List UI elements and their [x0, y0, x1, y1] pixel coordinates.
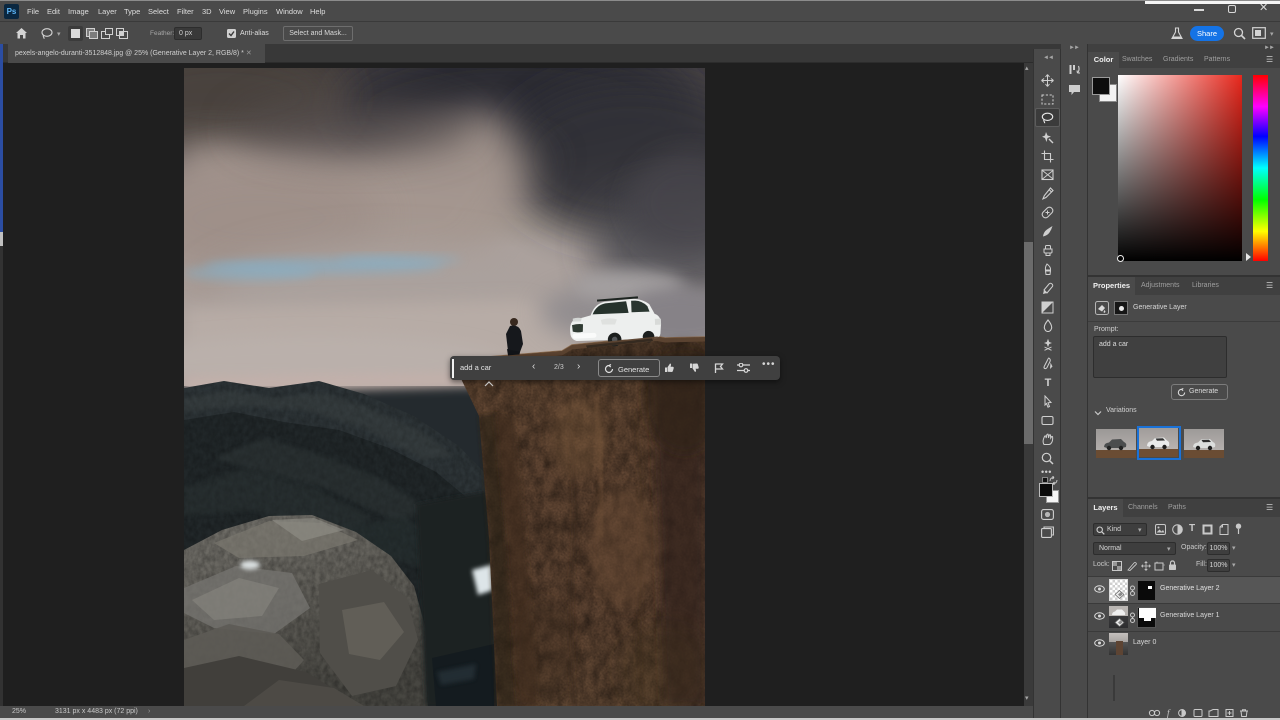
svg-text:f: f [1167, 708, 1171, 718]
